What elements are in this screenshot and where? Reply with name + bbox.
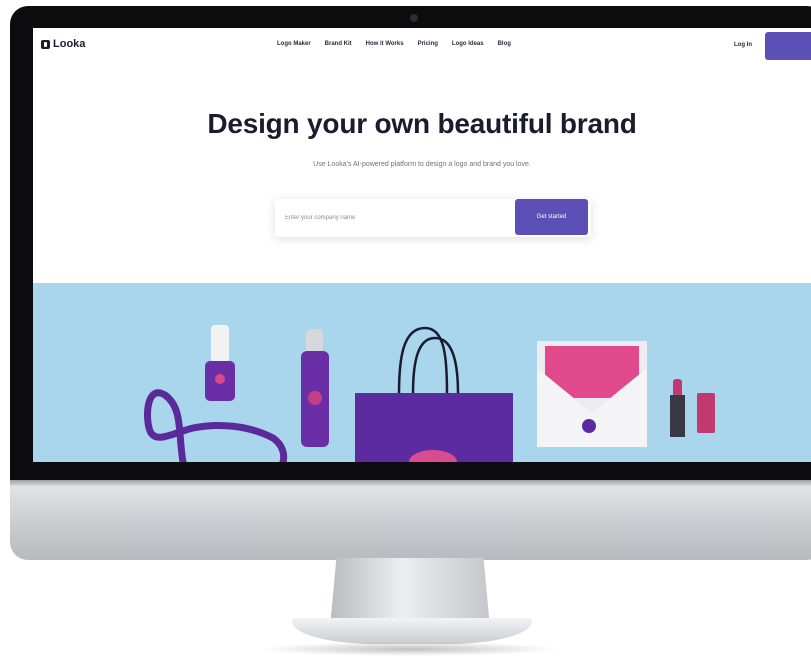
lipstick-icon <box>670 379 715 437</box>
brand-name: Looka <box>53 38 86 50</box>
spray-can-icon <box>301 329 329 447</box>
company-name-input[interactable] <box>275 199 505 237</box>
nav-link-how-it-works[interactable]: How it Works <box>366 41 404 47</box>
product-banner <box>33 283 811 462</box>
nav-link-pricing[interactable]: Pricing <box>418 41 438 47</box>
monitor-stand-base <box>292 618 532 644</box>
branded-products-illustration <box>144 325 715 462</box>
nav-cta-button[interactable] <box>765 32 811 60</box>
screen: Looka Logo Maker Brand Kit How it Works … <box>33 28 811 462</box>
monitor-chin-edge <box>10 480 811 486</box>
get-started-button[interactable]: Get started <box>515 199 588 235</box>
monitor-stand-shadow <box>260 642 560 656</box>
nav-link-logo-maker[interactable]: Logo Maker <box>277 41 311 47</box>
nav-links: Logo Maker Brand Kit How it Works Pricin… <box>277 41 511 47</box>
ribbon-icon <box>144 389 288 462</box>
envelope-icon <box>537 341 647 447</box>
nav-link-blog[interactable]: Blog <box>498 41 511 47</box>
shopping-bag-icon <box>355 326 513 462</box>
nav-link-logo-ideas[interactable]: Logo Ideas <box>452 41 484 47</box>
hero-subtitle: Use Looka's AI-powered platform to desig… <box>313 161 531 168</box>
hero-title: Design your own beautiful brand <box>207 108 637 139</box>
nav-link-brand-kit[interactable]: Brand Kit <box>325 41 352 47</box>
signup-form: Get started <box>275 199 591 237</box>
brand-logo[interactable]: Looka <box>41 38 85 50</box>
camera-icon <box>410 14 418 22</box>
monitor-chin <box>10 480 811 560</box>
nail-polish-icon <box>205 325 235 401</box>
top-navigation: Looka Logo Maker Brand Kit How it Works … <box>33 28 811 68</box>
looka-logo-icon <box>41 39 50 49</box>
login-link[interactable]: Log In <box>734 42 752 48</box>
